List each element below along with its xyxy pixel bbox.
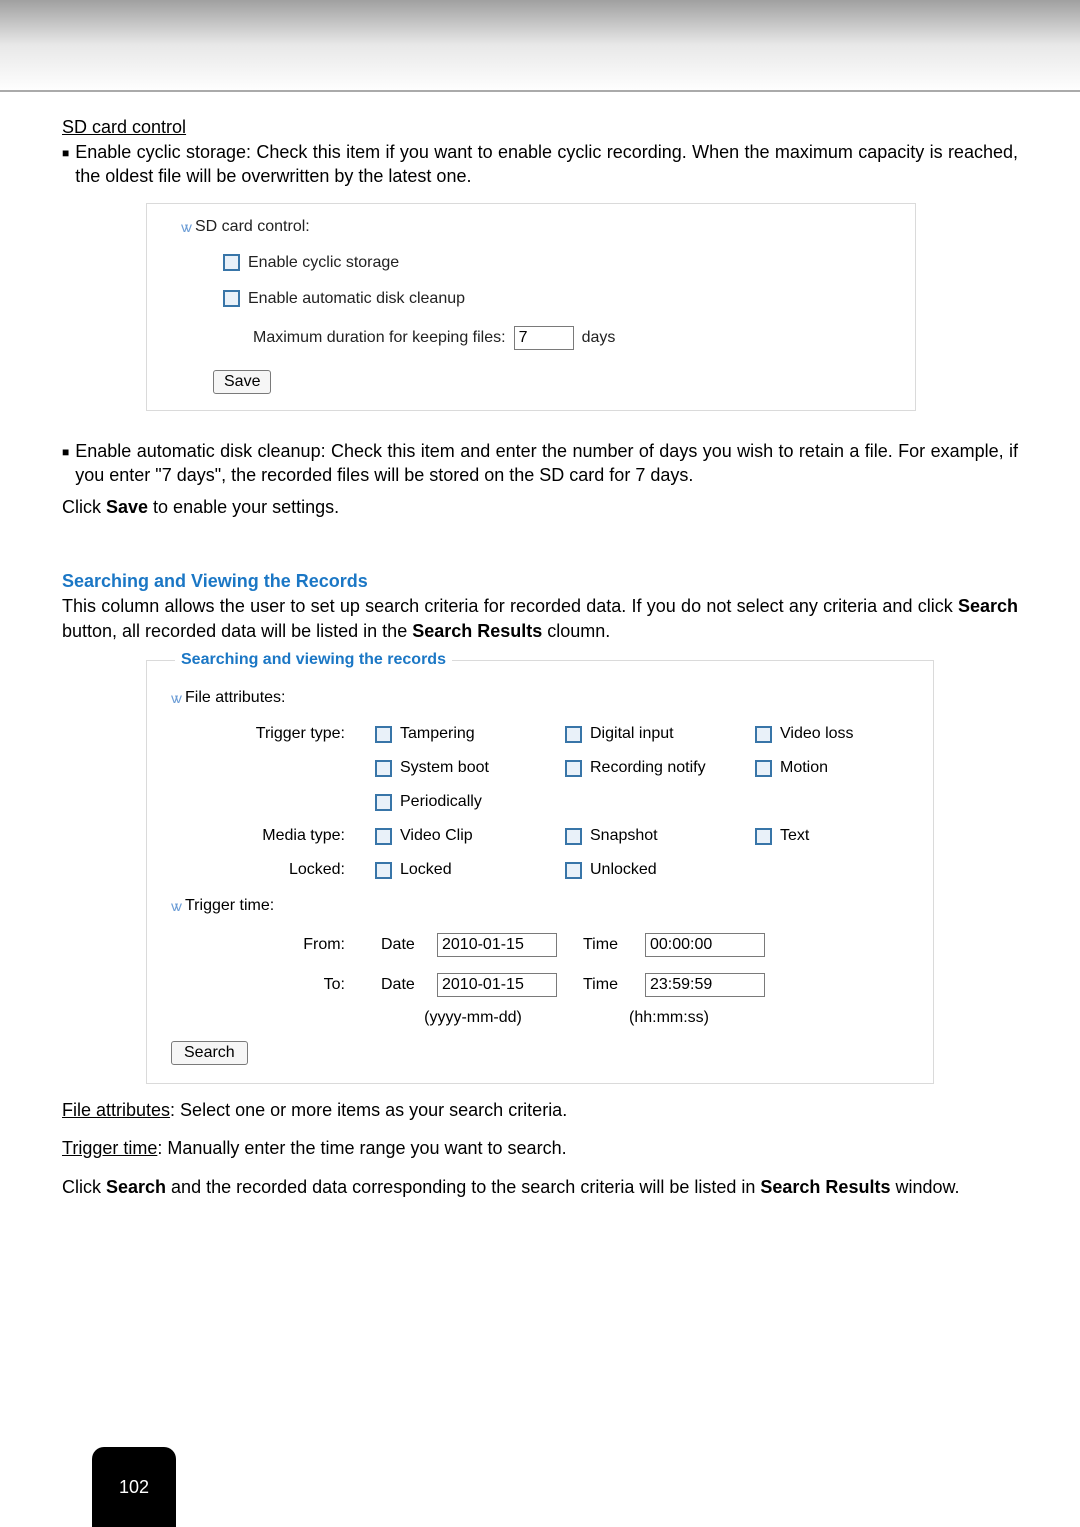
trigger-time-desc: Trigger time: Manually enter the time ra… xyxy=(62,1136,1018,1160)
locked-label: Locked: xyxy=(175,861,375,879)
sd-card-control-panel: vv SD card control: Enable cyclic storag… xyxy=(146,203,916,411)
from-time-input[interactable] xyxy=(645,933,765,957)
search-emphasis: Search xyxy=(106,1177,166,1197)
sd-bullet-2: Enable automatic disk cleanup: Check thi… xyxy=(75,439,1018,488)
enable-cyclic-storage-checkbox[interactable] xyxy=(223,254,240,271)
sd-panel-title: SD card control: xyxy=(195,218,310,236)
to-time-input[interactable] xyxy=(645,973,765,997)
sd-bullet-1: Enable cyclic storage: Check this item i… xyxy=(75,140,1018,189)
text-fragment: cloumn. xyxy=(542,621,610,641)
text-fragment: window. xyxy=(890,1177,959,1197)
page-number: 102 xyxy=(119,1477,149,1498)
snapshot-label: Snapshot xyxy=(590,827,658,845)
save-emphasis: Save xyxy=(106,497,148,517)
click-search-desc: Click Search and the recorded data corre… xyxy=(62,1175,1018,1199)
digital-input-checkbox[interactable] xyxy=(565,726,582,743)
save-button[interactable]: Save xyxy=(213,370,271,394)
tampering-checkbox[interactable] xyxy=(375,726,392,743)
motion-label: Motion xyxy=(780,759,828,777)
trigger-type-label: Trigger type: xyxy=(175,725,375,743)
snapshot-checkbox[interactable] xyxy=(565,828,582,845)
chevron-down-icon[interactable]: vv xyxy=(171,898,179,914)
sd-card-control-heading: SD card control xyxy=(62,117,1018,138)
search-panel: Searching and viewing the records vv Fil… xyxy=(146,651,934,1084)
text-fragment: button, all recorded data will be listed… xyxy=(62,621,412,641)
text-cb-label: Text xyxy=(780,827,809,845)
video-loss-label: Video loss xyxy=(780,725,854,743)
time-label-from: Time xyxy=(583,936,639,954)
digital-input-label: Digital input xyxy=(590,725,674,743)
bullet-icon: ■ xyxy=(62,439,69,496)
time-format-hint: (hh:mm:ss) xyxy=(571,1009,767,1027)
text-fragment: Click xyxy=(62,1177,106,1197)
search-results-emphasis: Search Results xyxy=(412,621,542,641)
video-loss-checkbox[interactable] xyxy=(755,726,772,743)
locked-cb-label: Locked xyxy=(400,861,452,879)
file-attributes-underline: File attributes xyxy=(62,1100,170,1120)
system-boot-label: System boot xyxy=(400,759,489,777)
system-boot-checkbox[interactable] xyxy=(375,760,392,777)
motion-checkbox[interactable] xyxy=(755,760,772,777)
to-label: To: xyxy=(175,976,375,994)
time-label-to: Time xyxy=(583,976,639,994)
recording-notify-label: Recording notify xyxy=(590,759,706,777)
date-format-hint: (yyyy-mm-dd) xyxy=(375,1009,571,1027)
media-type-label: Media type: xyxy=(175,827,375,845)
recording-notify-checkbox[interactable] xyxy=(565,760,582,777)
max-duration-unit: days xyxy=(582,329,616,347)
to-date-input[interactable] xyxy=(437,973,557,997)
searching-intro: This column allows the user to set up se… xyxy=(62,594,1018,643)
enable-auto-cleanup-checkbox[interactable] xyxy=(223,290,240,307)
from-label: From: xyxy=(175,936,375,954)
locked-checkbox[interactable] xyxy=(375,862,392,879)
date-label-to: Date xyxy=(381,976,431,994)
date-label-from: Date xyxy=(381,936,431,954)
page-header-gradient xyxy=(0,0,1080,92)
page-number-tab: 102 xyxy=(92,1447,176,1527)
video-clip-checkbox[interactable] xyxy=(375,828,392,845)
text-fragment: and the recorded data corresponding to t… xyxy=(166,1177,760,1197)
max-duration-label: Maximum duration for keeping files: xyxy=(253,329,506,347)
trigger-time-header: Trigger time: xyxy=(185,897,274,915)
text-fragment: This column allows the user to set up se… xyxy=(62,596,958,616)
text-fragment: : Select one or more items as your searc… xyxy=(170,1100,567,1120)
text-fragment: : Manually enter the time range you want… xyxy=(157,1138,566,1158)
search-results-emphasis: Search Results xyxy=(760,1177,890,1197)
trigger-time-underline: Trigger time xyxy=(62,1138,157,1158)
click-save-line: Click Save to enable your settings. xyxy=(62,495,1018,519)
tampering-label: Tampering xyxy=(400,725,475,743)
search-button[interactable]: Search xyxy=(171,1041,248,1065)
chevron-down-icon[interactable]: vv xyxy=(171,690,179,706)
from-date-input[interactable] xyxy=(437,933,557,957)
bullet-icon: ■ xyxy=(62,140,69,197)
text-fragment: to enable your settings. xyxy=(148,497,339,517)
enable-cyclic-storage-label: Enable cyclic storage xyxy=(248,254,399,272)
unlocked-cb-label: Unlocked xyxy=(590,861,657,879)
unlocked-checkbox[interactable] xyxy=(565,862,582,879)
chevron-down-icon[interactable]: vv xyxy=(181,219,189,235)
search-panel-legend: Searching and viewing the records xyxy=(175,651,452,669)
search-emphasis: Search xyxy=(958,596,1018,616)
file-attributes-desc: File attributes: Select one or more item… xyxy=(62,1098,1018,1122)
file-attributes-header: File attributes: xyxy=(185,689,285,707)
periodically-label: Periodically xyxy=(400,793,482,811)
enable-auto-cleanup-label: Enable automatic disk cleanup xyxy=(248,290,465,308)
video-clip-label: Video Clip xyxy=(400,827,473,845)
periodically-checkbox[interactable] xyxy=(375,794,392,811)
text-fragment: Click xyxy=(62,497,106,517)
text-checkbox[interactable] xyxy=(755,828,772,845)
searching-heading: Searching and Viewing the Records xyxy=(62,571,1018,592)
max-duration-input[interactable] xyxy=(514,326,574,350)
